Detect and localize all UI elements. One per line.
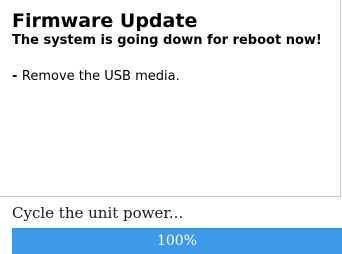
instruction-item: - Remove the USB media. [12,68,340,86]
progress-bar: 100% [12,228,342,254]
instruction-text: Remove the USB media. [21,69,180,84]
status-text: Cycle the unit power... [12,204,184,222]
dialog-subtitle: The system is going down for reboot now! [12,33,322,48]
progress-label: 100% [156,233,198,249]
instruction-list: - Remove the USB media. [12,68,340,86]
firmware-update-panel: Firmware Update The system is going down… [0,0,341,197]
instruction-bullet: - [12,69,22,84]
dialog-title: Firmware Update [12,10,198,32]
